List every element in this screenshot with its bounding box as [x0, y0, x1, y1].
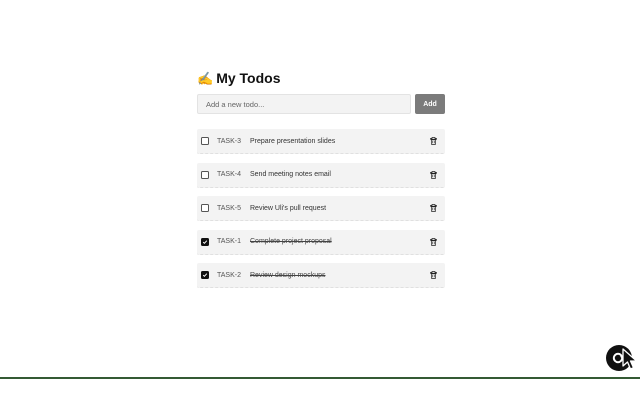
trash-icon[interactable] [429, 237, 437, 246]
add-todo-form: Add [197, 94, 445, 114]
task-text: Send meeting notes email [250, 171, 331, 179]
todo-item: TASK-3 Prepare presentation slides [197, 129, 445, 154]
task-text: Prepare presentation slides [250, 137, 336, 145]
trash-icon[interactable] [429, 170, 437, 179]
add-button[interactable]: Add [415, 94, 445, 114]
todo-item: TASK-1 Complete project proposal [197, 229, 445, 255]
trash-icon[interactable] [429, 137, 437, 145]
task-text: Complete project proposal [250, 238, 332, 246]
todo-app: ✍️ My Todos Add TASK-3 Prepare presentat… [197, 68, 445, 297]
bottom-divider [0, 377, 640, 379]
todo-checkbox-checked[interactable] [201, 237, 209, 246]
todo-checkbox[interactable] [201, 170, 209, 179]
new-todo-input[interactable] [197, 94, 411, 114]
task-id: TASK-1 [217, 238, 241, 246]
trash-icon[interactable] [429, 271, 437, 280]
task-id: TASK-5 [217, 204, 241, 212]
cursor-pointer-icon [622, 348, 638, 370]
todo-item: TASK-4 Send meeting notes email [197, 162, 445, 188]
header: ✍️ My Todos [197, 68, 445, 88]
todo-item: TASK-2 Review design mockups [197, 263, 445, 289]
task-text: Review Uli's pull request [250, 204, 327, 212]
todo-item: TASK-5 Review Uli's pull request [197, 196, 445, 222]
todo-checkbox-checked[interactable] [201, 271, 209, 280]
todo-list: TASK-3 Prepare presentation slides TASK-… [197, 129, 445, 289]
todo-checkbox[interactable] [201, 137, 209, 145]
check-icon [202, 273, 208, 278]
check-icon [202, 240, 208, 244]
task-id: TASK-2 [217, 271, 241, 279]
trash-icon[interactable] [429, 204, 437, 213]
task-text: Review design mockups [250, 271, 326, 279]
task-id: TASK-4 [217, 171, 241, 179]
todo-checkbox[interactable] [201, 204, 209, 213]
page-title: My Todos [216, 70, 281, 86]
writing-hand-icon: ✍️ [197, 70, 214, 86]
task-id: TASK-3 [217, 137, 241, 145]
